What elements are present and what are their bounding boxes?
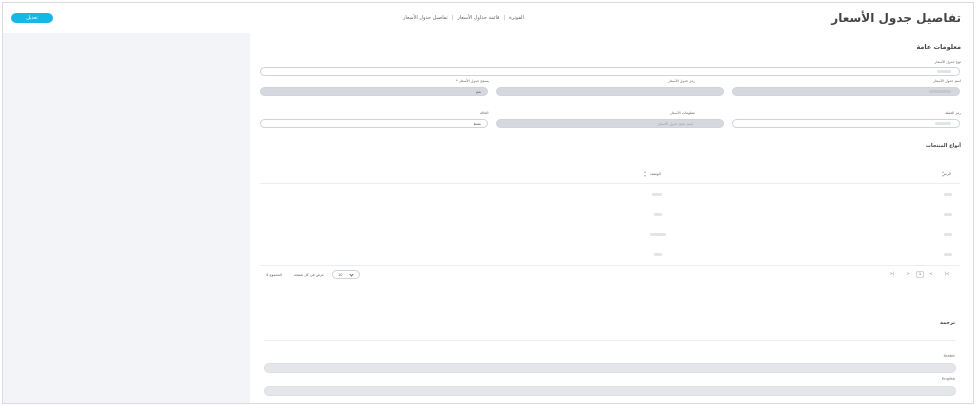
price-table-code-field[interactable] [496, 87, 724, 96]
edit-button[interactable]: تعديل [11, 13, 53, 23]
redacted-value [944, 253, 952, 256]
redacted-value [944, 213, 952, 216]
english-translation-field[interactable] [264, 386, 956, 396]
next-page-button[interactable]: > [904, 271, 912, 276]
breadcrumb-billing[interactable]: الفوترة [509, 15, 524, 21]
redacted-value [654, 213, 662, 216]
table-row[interactable] [260, 225, 960, 245]
per-page-select[interactable]: 10 [332, 270, 360, 279]
price-table-info-label: معلومات الأسعار [670, 111, 695, 115]
breadcrumb-separator: | [451, 15, 454, 21]
status-field[interactable]: نشط [260, 119, 488, 128]
per-page-label: عرض في كل صفحة [294, 273, 325, 277]
translation-title: ترجمة [940, 320, 955, 326]
redacted-value [652, 193, 662, 196]
price-table-info-value: اسم منتج جدول الأسعار [657, 122, 693, 126]
price-table-applies-label: يسمح جدول الأسعار * [456, 79, 489, 83]
breadcrumb-current: تفاصيل جدول الأسعار [403, 15, 448, 21]
redacted-value [935, 122, 951, 125]
price-table-applies-field[interactable]: نعم [260, 87, 488, 96]
redacted-value [944, 193, 952, 196]
table-row[interactable] [260, 185, 960, 205]
page-title: تفاصيل جدول الأسعار [831, 11, 961, 25]
current-page[interactable]: 1 [916, 271, 924, 278]
details-panel: معلومات عامة نوع جدول الأسعار اسم جدول ا… [250, 33, 973, 403]
redacted-value [650, 233, 666, 236]
translation-divider [264, 340, 956, 341]
redacted-value [929, 90, 951, 93]
status-label: الحالة [480, 111, 489, 115]
currency-code-field[interactable] [732, 119, 960, 128]
top-bar: تفاصيل جدول الأسعار الفوترة|قائمة جداول … [3, 3, 973, 33]
redacted-value [944, 233, 952, 236]
redacted-value [654, 253, 662, 256]
table-footer-divider [260, 265, 960, 266]
per-page-value: 10 [338, 273, 343, 277]
breadcrumb-separator: | [503, 15, 506, 21]
language-label-arabic: Arabic [943, 354, 955, 358]
last-page-button[interactable]: >| [888, 271, 896, 276]
app-frame: تفاصيل جدول الأسعار الفوترة|قائمة جداول … [2, 2, 974, 404]
table-row[interactable] [260, 245, 960, 265]
price-table-type-field[interactable] [260, 67, 960, 76]
breadcrumb: الفوترة|قائمة جداول الأسعار|تفاصيل جدول … [403, 15, 524, 21]
column-header-description[interactable]: الوصف [650, 172, 661, 176]
price-table-name-label: اسم جدول الأسعار [933, 79, 961, 83]
price-table-info-field[interactable]: اسم منتج جدول الأسعار [496, 119, 724, 128]
language-label-english: English [942, 377, 955, 381]
previous-page-button[interactable]: < [927, 271, 935, 276]
sort-icon[interactable] [644, 171, 647, 177]
redacted-value [937, 70, 951, 73]
arabic-translation-field[interactable] [264, 363, 956, 373]
chevron-down-icon [349, 272, 354, 277]
first-page-button[interactable]: |< [943, 271, 951, 276]
product-types-title: أنواع المنتجات [925, 143, 961, 149]
sort-icon[interactable] [942, 171, 945, 177]
table-row[interactable] [260, 205, 960, 225]
price-table-applies-value: نعم [475, 90, 481, 94]
total-count: المجموع 4 [266, 273, 283, 277]
currency-code-label: رمز العملة [945, 111, 961, 115]
price-table-name-field[interactable] [732, 87, 960, 96]
price-table-type-label: نوع جدول الأسعار [934, 60, 961, 64]
product-table-body [260, 185, 960, 265]
status-value: نشط [473, 122, 481, 126]
breadcrumb-price-tables[interactable]: قائمة جداول الأسعار [457, 15, 499, 21]
general-info-title: معلومات عامة [916, 43, 961, 51]
price-table-code-label: رمز جدول الأسعار [668, 79, 696, 83]
table-header-divider [260, 183, 960, 184]
